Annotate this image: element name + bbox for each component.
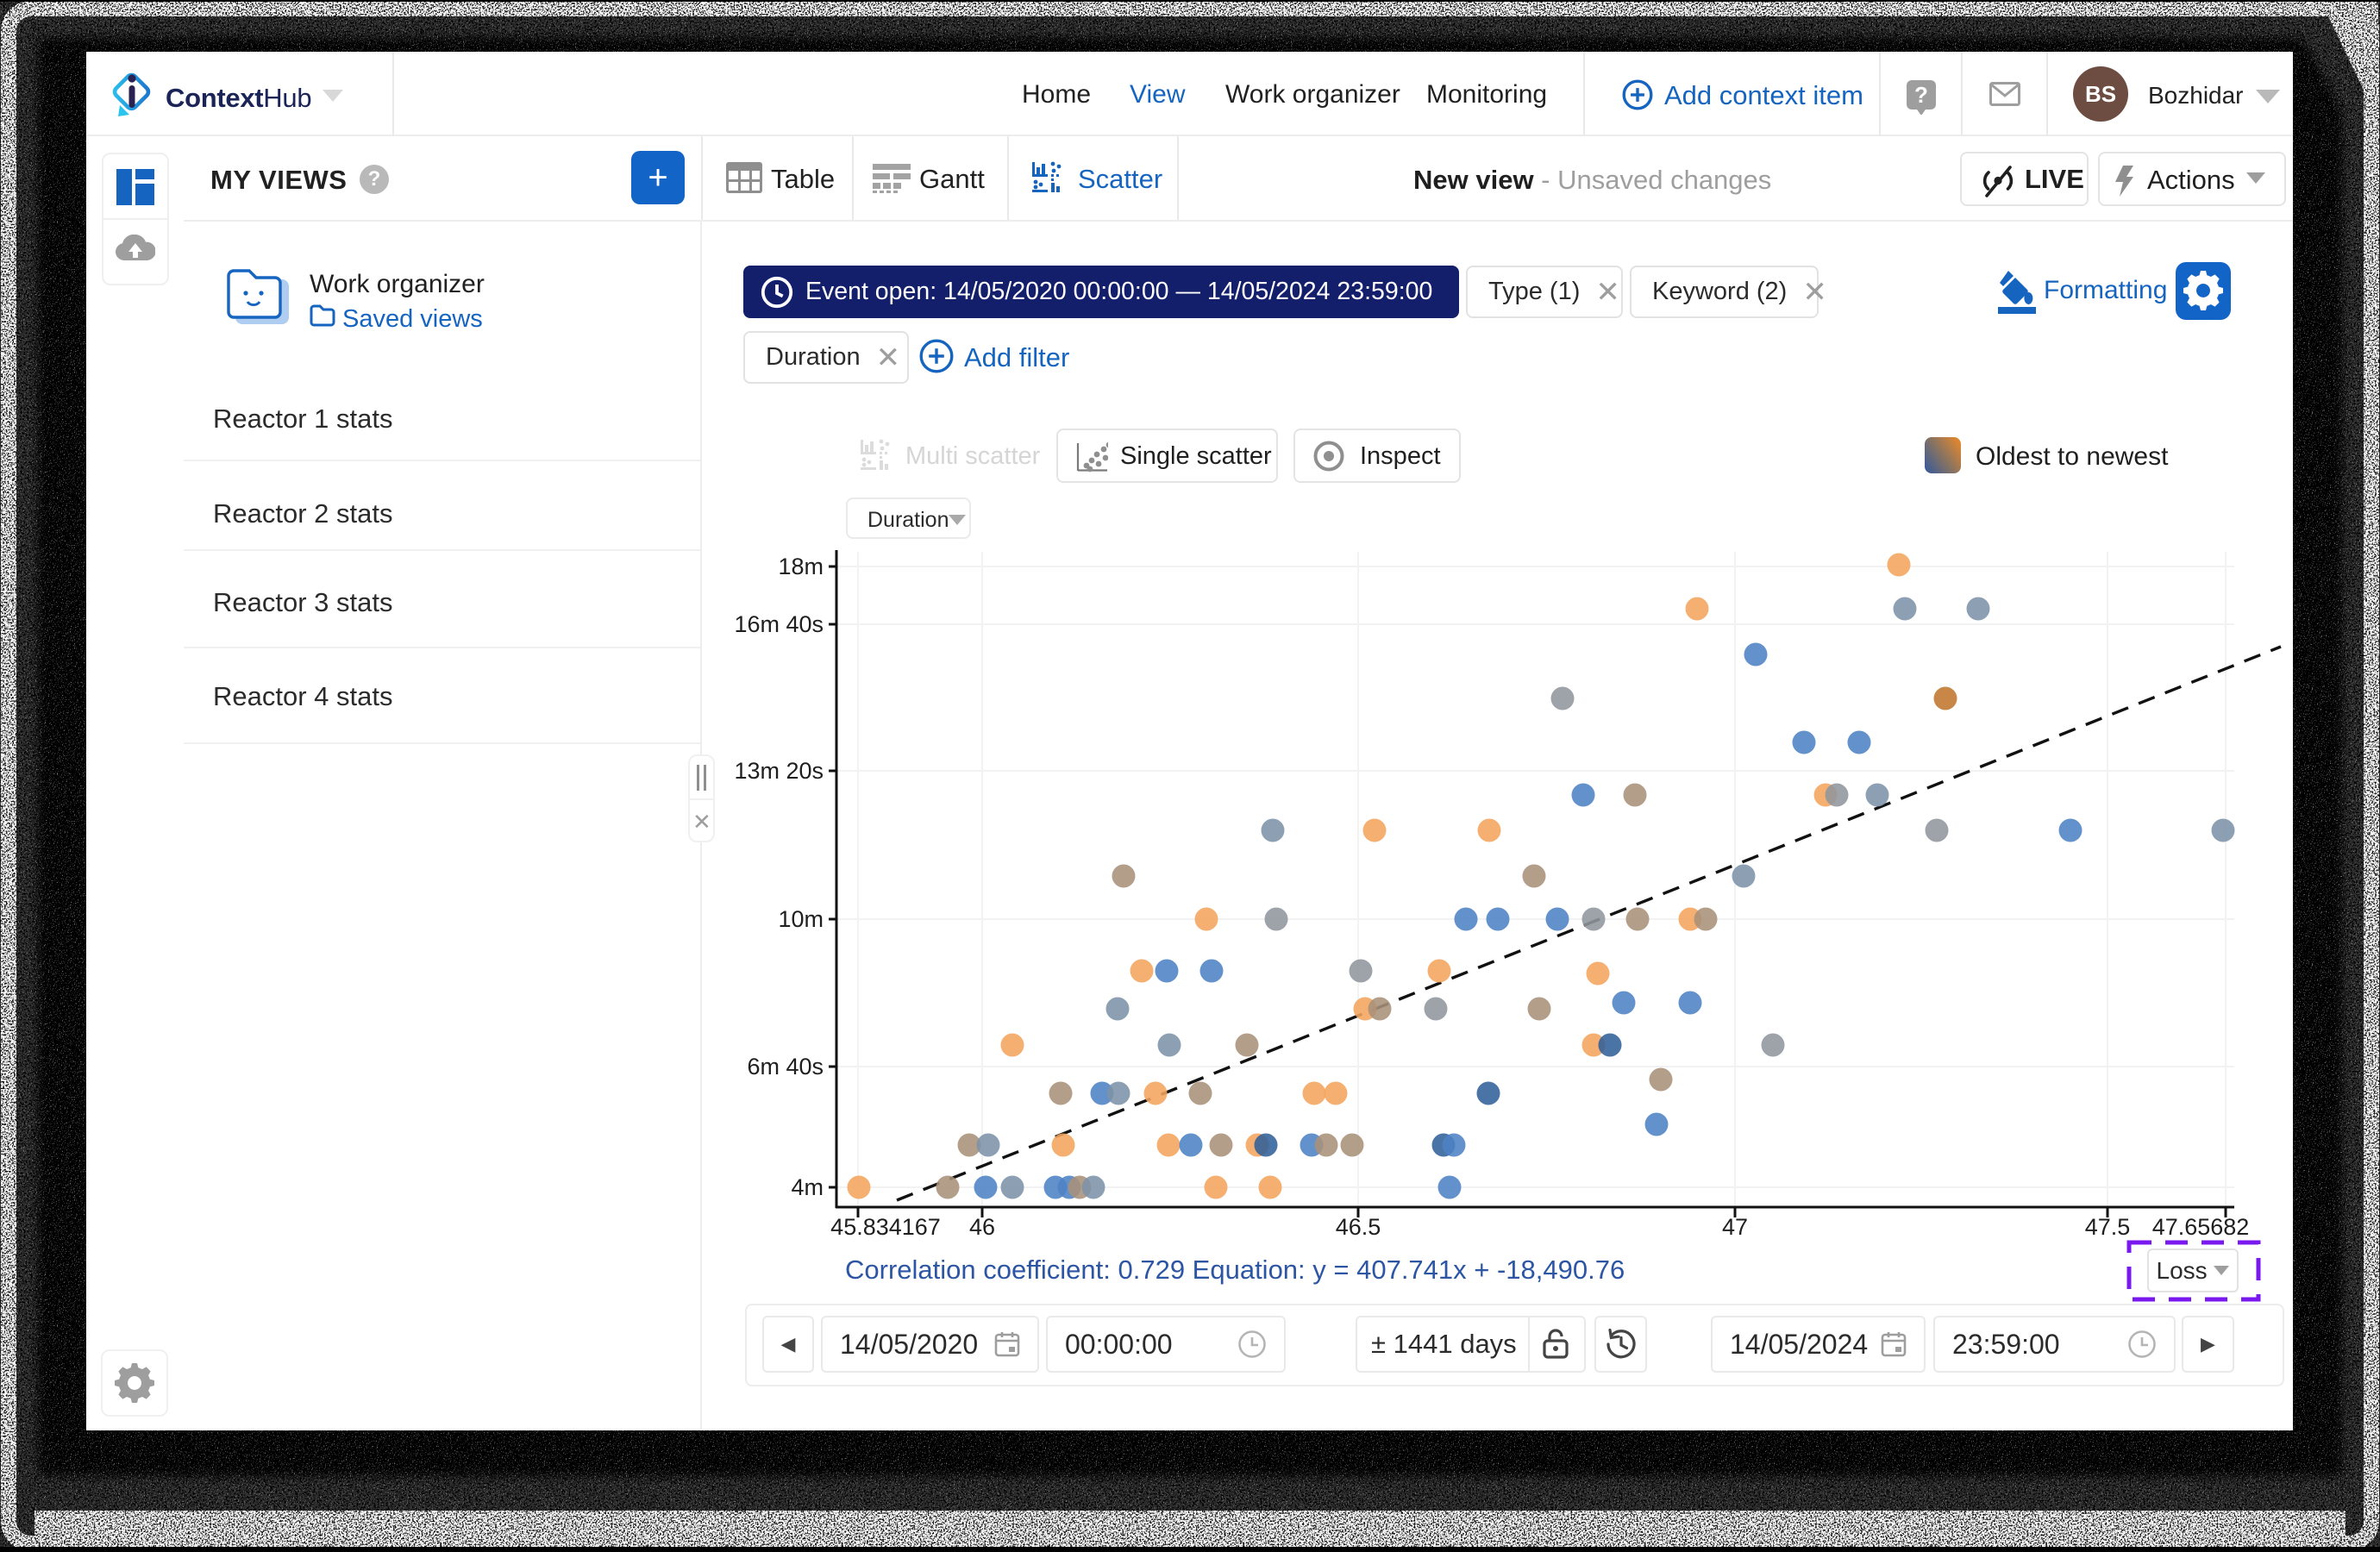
svg-text:10m: 10m — [778, 906, 824, 932]
svg-text:45.834167: 45.834167 — [830, 1214, 941, 1240]
svg-text:47.5: 47.5 — [2085, 1214, 2131, 1240]
svg-text:47.65682: 47.65682 — [2152, 1214, 2250, 1240]
svg-text:4m: 4m — [791, 1174, 824, 1200]
svg-text:?: ? — [1914, 82, 1928, 108]
svg-text:6m 40s: 6m 40s — [747, 1054, 824, 1080]
svg-text:18m: 18m — [778, 554, 824, 579]
svg-text:46: 46 — [969, 1214, 995, 1240]
svg-text:46.5: 46.5 — [1336, 1214, 1381, 1240]
svg-text:16m 40s: 16m 40s — [734, 611, 824, 637]
svg-text:47: 47 — [1722, 1214, 1748, 1240]
svg-text:13m 20s: 13m 20s — [734, 758, 824, 784]
